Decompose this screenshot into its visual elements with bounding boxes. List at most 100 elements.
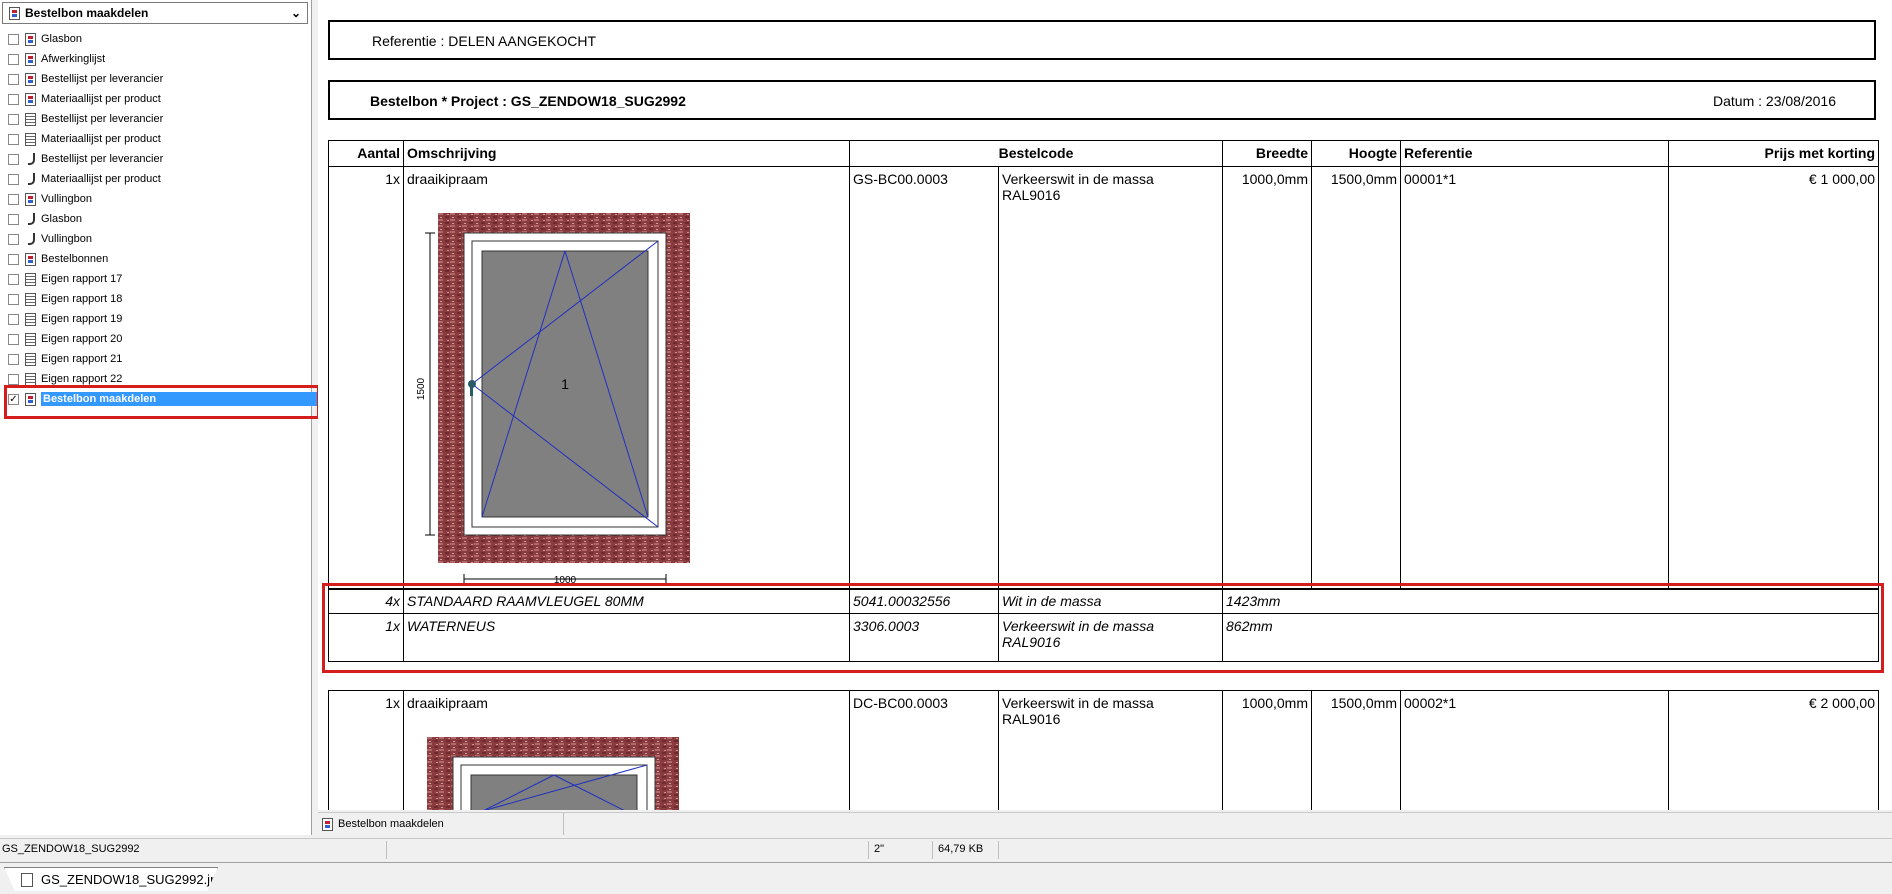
report-checkbox[interactable]: [8, 113, 19, 125]
report-list-item-label: Vullingbon: [41, 233, 92, 245]
col-header-breedte: Breedte: [1222, 140, 1313, 167]
report-list-item-label: Materiaallijst per product: [41, 93, 161, 105]
report-tab[interactable]: Bestelbon maakdelen: [318, 813, 564, 835]
sash-number: 1: [561, 376, 569, 392]
report-list-item[interactable]: Eigen rapport 19: [8, 309, 310, 329]
order-table: Aantal Omschrijving Bestelcode Breedte H…: [328, 140, 1880, 590]
report-color-icon: [25, 32, 36, 46]
report-date: Datum : 23/08/2016: [1713, 93, 1836, 109]
parts-table: 4x STANDAARD RAAMVLEUGEL 80MM 5041.00032…: [328, 588, 1879, 662]
col-header-bestelcode: Bestelcode: [848, 140, 1224, 167]
report-list-item[interactable]: Vullingbon: [8, 229, 310, 249]
report-checkbox[interactable]: [8, 333, 19, 345]
report-list-item[interactable]: Vullingbon: [8, 189, 310, 209]
report-list-item[interactable]: Eigen rapport 20: [8, 329, 310, 349]
row-prijs: € 2 000,00: [1668, 690, 1879, 810]
report-preview[interactable]: Referentie : DELEN AANGEKOCHT Bestelbon …: [318, 0, 1892, 810]
report-checkbox[interactable]: [8, 53, 19, 65]
table-row: 1x draaikipraam DC-BC00.0003 Verkeerswit…: [328, 690, 1879, 810]
part-omschrijving: WATERNEUS: [403, 613, 850, 662]
report-type-dropdown[interactable]: Bestelbon maakdelen ⌄: [2, 2, 308, 24]
report-checkbox[interactable]: [8, 293, 19, 305]
report-list-item[interactable]: ✓ Bestelbon maakdelen: [4, 385, 327, 419]
report-list-item[interactable]: Glasbon: [8, 29, 310, 49]
row-hoogte: 1500,0mm: [1311, 690, 1401, 810]
report-checkbox[interactable]: [8, 153, 19, 165]
part-kleur: Wit in de massa: [998, 588, 1223, 614]
report-list-item-label: Eigen rapport 20: [41, 333, 123, 345]
report-list-item[interactable]: Eigen rapport 17: [8, 269, 310, 289]
window-drawing: 1 1500 1000: [416, 213, 690, 585]
report-color-icon: [25, 72, 36, 86]
report-list-item-label: Bestelbonnen: [41, 253, 109, 265]
col-header-hoogte: Hoogte: [1311, 140, 1402, 167]
report-list-item[interactable]: Bestellijst per leverancier: [8, 109, 310, 129]
report-lines-icon: [25, 332, 36, 346]
row-omschrijving-text: draaikipraam: [407, 171, 488, 187]
row-bestelcode: DC-BC00.0003: [849, 690, 999, 810]
row-bestelcode: GS-BC00.0003: [849, 166, 999, 590]
row-omschrijving: draaikipraam: [403, 690, 850, 810]
report-list-item-label: Eigen rapport 21: [41, 353, 123, 365]
report-list-item-label: Bestelbon maakdelen: [41, 392, 327, 406]
row-omschrijving-text: draaikipraam: [407, 695, 488, 711]
part-code: 3306.0003: [849, 613, 999, 662]
report-lines-icon: [25, 352, 36, 366]
report-checkbox[interactable]: [8, 193, 19, 205]
report-lines-icon: [25, 372, 36, 386]
part-code: 5041.00032556: [849, 588, 999, 614]
col-header-prijs: Prijs met korting: [1668, 140, 1880, 167]
report-lines-icon: [25, 132, 36, 146]
row-kleur: Verkeerswit in de massa RAL9016: [997, 166, 1224, 590]
status-project: GS_ZENDOW18_SUG2992: [2, 843, 140, 855]
report-checkbox[interactable]: [8, 173, 19, 185]
report-list-item[interactable]: Glasbon: [8, 209, 310, 229]
report-checkbox[interactable]: [8, 93, 19, 105]
part-aantal: 1x: [328, 613, 404, 662]
report-list-item[interactable]: Eigen rapport 21: [8, 349, 310, 369]
status-bar: GS_ZENDOW18_SUG2992 2" 64,79 KB: [0, 838, 1892, 860]
row-omschrijving: draaikipraam: [403, 166, 850, 590]
report-list-item-label: Eigen rapport 17: [41, 273, 123, 285]
window-drawing: [427, 737, 679, 810]
report-checkbox[interactable]: [8, 313, 19, 325]
report-list-item[interactable]: Bestellijst per leverancier: [8, 69, 310, 89]
report-list-item[interactable]: Bestellijst per leverancier: [8, 149, 310, 169]
report-color-icon: [25, 192, 36, 206]
report-checkbox[interactable]: [8, 253, 19, 265]
report-checkbox[interactable]: [8, 233, 19, 245]
report-list-item-label: Eigen rapport 19: [41, 313, 123, 325]
file-tab[interactable]: GS_ZENDOW18_SUG2992.jp: [4, 867, 218, 891]
report-color-icon: [25, 252, 36, 266]
report-checkbox[interactable]: [8, 353, 19, 365]
order-table-continued: 1x draaikipraam DC-BC00.0003 Verkeerswit…: [328, 690, 1879, 810]
row-breedte: 1000,0mm: [1222, 166, 1313, 590]
report-list-item-label: Vullingbon: [41, 193, 92, 205]
report-checkbox[interactable]: [8, 133, 19, 145]
report-checkbox[interactable]: [8, 33, 19, 45]
report-list-item[interactable]: Materiaallijst per product: [8, 89, 310, 109]
report-checkbox[interactable]: [8, 213, 19, 225]
report-list-item[interactable]: Afwerkinglijst: [8, 49, 310, 69]
report-checkbox[interactable]: [8, 273, 19, 285]
report-header-box: Bestelbon * Project : GS_ZENDOW18_SUG299…: [328, 80, 1876, 120]
report-list-item-label: Bestellijst per leverancier: [41, 153, 164, 165]
report-list-item-label: Eigen rapport 22: [41, 373, 123, 385]
report-list-item[interactable]: Materiaallijst per product: [8, 169, 310, 189]
report-list-item[interactable]: Eigen rapport 18: [8, 289, 310, 309]
table-row: 1x draaikipraam 1 1500 1000 GS-BC00.0003…: [328, 166, 1880, 590]
report-list-item-label: Materiaallijst per product: [41, 133, 161, 145]
report-list-item-label: Eigen rapport 18: [41, 293, 123, 305]
row-hoogte: 1500,0mm: [1311, 166, 1402, 590]
col-header-aantal: Aantal: [328, 140, 404, 167]
chevron-down-icon[interactable]: ⌄: [291, 6, 301, 20]
report-checkbox[interactable]: ✓: [8, 393, 19, 405]
report-list-item[interactable]: Bestelbonnen: [8, 249, 310, 269]
report-lines-icon: [25, 112, 36, 126]
report-checkbox[interactable]: [8, 73, 19, 85]
report-color-icon: [25, 92, 36, 106]
report-hook-icon: [25, 172, 36, 186]
report-list-item-label: Materiaallijst per product: [41, 173, 161, 185]
report-checkbox[interactable]: [8, 373, 19, 385]
report-list-item[interactable]: Materiaallijst per product: [8, 129, 310, 149]
